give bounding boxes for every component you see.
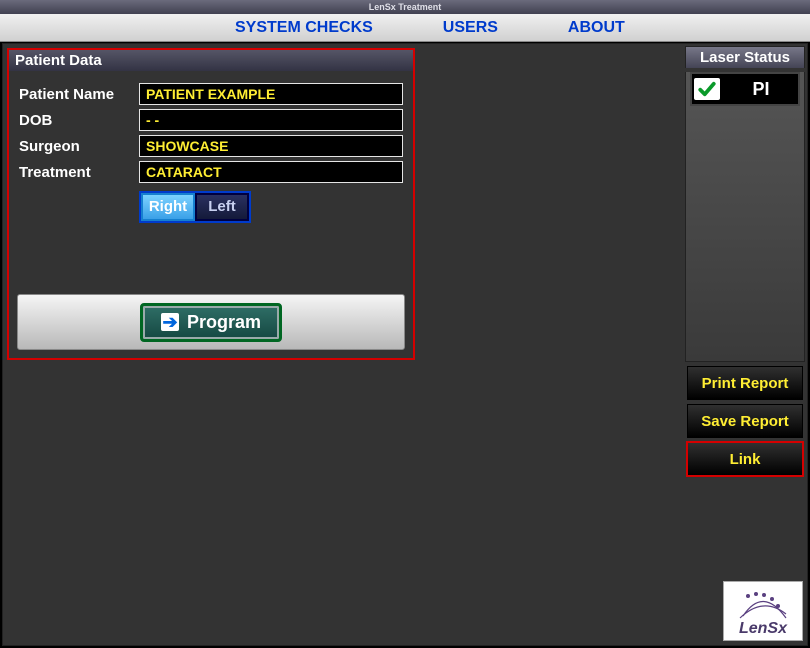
laser-status-pi-label: PI (726, 79, 796, 100)
patient-data-panel: Patient Data Patient Name PATIENT EXAMPL… (7, 48, 415, 360)
logo-swoosh-icon (738, 588, 788, 622)
eye-left-button[interactable]: Left (195, 193, 249, 221)
logo-text: LenSx (739, 620, 787, 640)
menu-users[interactable]: USERS (443, 19, 498, 37)
field-surgeon[interactable]: SHOWCASE (139, 135, 403, 157)
field-treatment[interactable]: CATARACT (139, 161, 403, 183)
program-button[interactable]: ➔ Program (140, 303, 282, 342)
label-treatment: Treatment (19, 164, 139, 181)
menu-about[interactable]: ABOUT (568, 19, 625, 37)
field-dob[interactable]: - - (139, 109, 403, 131)
label-patient-name: Patient Name (19, 86, 139, 103)
right-column: Laser Status PI Print Report Save Report… (685, 46, 805, 476)
link-button[interactable]: Link (687, 442, 803, 476)
save-report-button[interactable]: Save Report (687, 404, 803, 438)
program-button-label: Program (187, 312, 261, 333)
eye-right-button[interactable]: Right (141, 193, 195, 221)
window-titlebar: LenSx Treatment (0, 0, 810, 14)
label-surgeon: Surgeon (19, 138, 139, 155)
laser-status-title: Laser Status (685, 46, 805, 68)
workspace: Patient Data Patient Name PATIENT EXAMPL… (2, 43, 808, 646)
check-icon (694, 78, 720, 100)
menubar: SYSTEM CHECKS USERS ABOUT (0, 14, 810, 42)
patient-data-title: Patient Data (9, 50, 413, 71)
menu-system-checks[interactable]: SYSTEM CHECKS (235, 19, 373, 37)
arrow-right-icon: ➔ (161, 313, 179, 331)
lensx-logo: LenSx (723, 581, 803, 641)
laser-status-pi-row: PI (690, 72, 800, 106)
print-report-button[interactable]: Print Report (687, 366, 803, 400)
laser-status-body: PI (685, 72, 805, 362)
program-bar: ➔ Program (17, 294, 405, 350)
label-dob: DOB (19, 112, 139, 129)
eye-selector: Right Left (139, 191, 251, 223)
field-patient-name[interactable]: PATIENT EXAMPLE (139, 83, 403, 105)
